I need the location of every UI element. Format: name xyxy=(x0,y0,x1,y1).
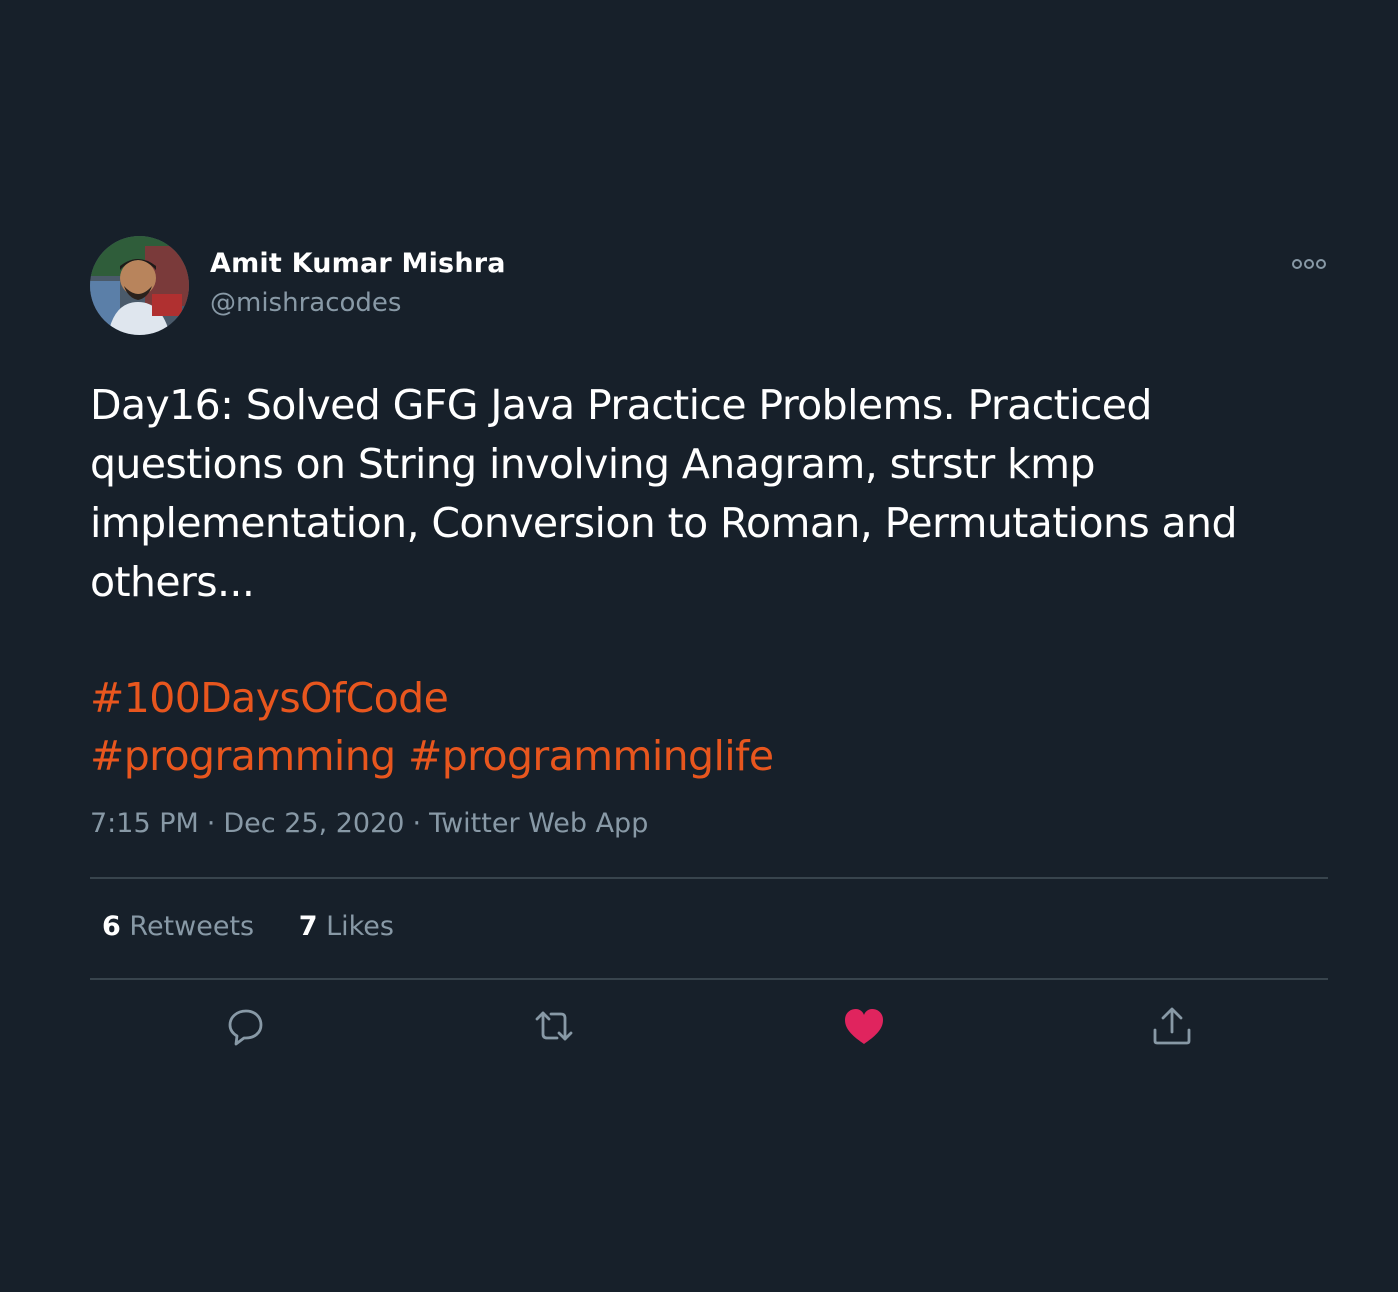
retweet-arrows-icon xyxy=(535,1011,573,1041)
avatar[interactable] xyxy=(90,236,189,335)
tweet-source-link[interactable]: Twitter Web App xyxy=(429,808,648,839)
tweet-hashtags: #100DaysOfCode #programming #programming… xyxy=(90,669,774,785)
tweet-stats: 6 Retweets 7 Likes xyxy=(102,911,430,942)
meta-separator: · xyxy=(206,808,216,839)
divider xyxy=(90,978,1328,980)
hashtag-line: #programming #programminglife xyxy=(90,727,774,785)
more-options-button[interactable] xyxy=(1290,250,1328,278)
tweet-meta: 7:15 PM · Dec 25, 2020 · Twitter Web App xyxy=(90,808,648,839)
hashtag-link[interactable]: #programming xyxy=(90,732,396,780)
tweet-text-line: Day16: Solved GFG Java Practice Problems… xyxy=(90,381,1152,429)
tweet-page: Amit Kumar Mishra @mishracodes Day16: So… xyxy=(0,0,1398,1292)
retweets-count: 6 xyxy=(102,911,121,942)
author-handle[interactable]: @mishracodes xyxy=(210,288,401,318)
divider xyxy=(90,877,1328,879)
tweet-text-line: questions on String involving Anagram, s… xyxy=(90,440,1096,488)
tweet-date[interactable]: Dec 25, 2020 xyxy=(223,808,404,839)
author-name[interactable]: Amit Kumar Mishra xyxy=(210,248,506,279)
avatar-photo xyxy=(90,236,189,335)
tweet-card: Amit Kumar Mishra @mishracodes Day16: So… xyxy=(90,236,1328,1046)
heart-filled-icon xyxy=(845,1009,883,1044)
share-upload-icon xyxy=(1153,1007,1191,1045)
hashtag-link[interactable]: #programminglife xyxy=(408,732,774,780)
hashtag-line: #100DaysOfCode xyxy=(90,669,774,727)
share-button[interactable] xyxy=(1148,1002,1196,1050)
likes-stat[interactable]: 7 Likes xyxy=(299,911,394,942)
tweet-text-line: implementation, Conversion to Roman, Per… xyxy=(90,499,1237,547)
meta-separator: · xyxy=(412,808,422,839)
likes-count: 7 xyxy=(298,911,318,942)
likes-label: Likes xyxy=(326,911,394,942)
more-dots-icon xyxy=(1292,259,1326,269)
comment-bubble-icon xyxy=(228,1009,263,1046)
retweets-label: Retweets xyxy=(129,911,255,942)
like-button[interactable] xyxy=(840,1002,888,1050)
tweet-text: Day16: Solved GFG Java Practice Problems… xyxy=(90,376,1328,612)
tweet-text-line: others... xyxy=(90,558,255,606)
hashtag-link[interactable]: #100DaysOfCode xyxy=(90,674,449,722)
retweet-button[interactable] xyxy=(530,1002,578,1050)
tweet-header: Amit Kumar Mishra @mishracodes xyxy=(90,236,1328,336)
retweets-stat[interactable]: 6 Retweets xyxy=(102,911,254,942)
reply-button[interactable] xyxy=(222,1002,270,1050)
tweet-time[interactable]: 7:15 PM xyxy=(90,808,199,839)
